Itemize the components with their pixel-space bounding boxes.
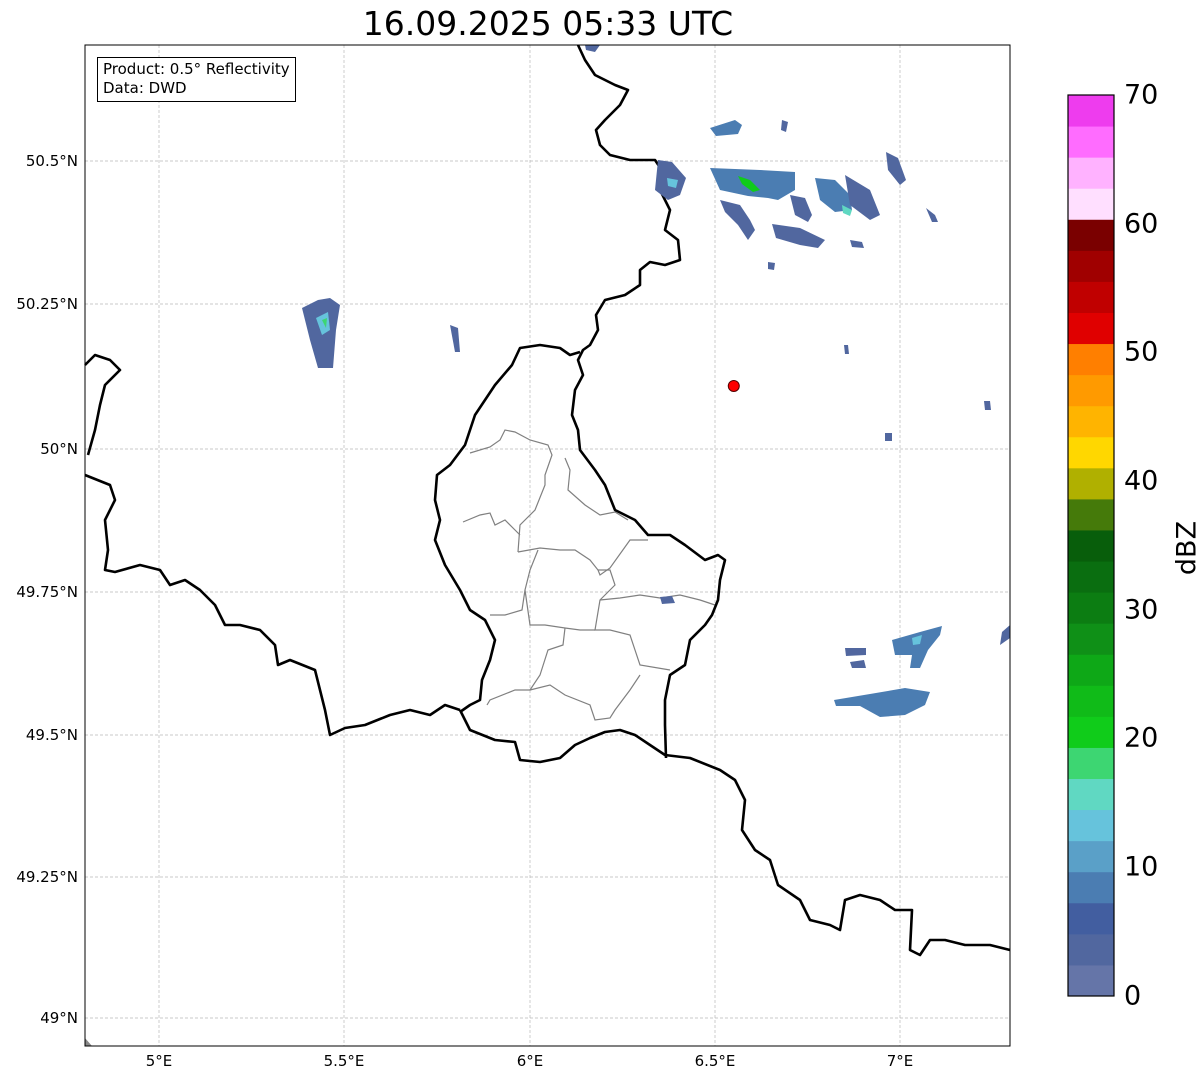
lat-tick-label: 49.5°N [25,726,78,744]
radar-map [84,44,1115,1047]
colorbar-label: dBZ [1171,520,1202,576]
colorbar-segment [1068,343,1114,376]
colorbar-segment [1068,157,1114,189]
colorbar-segment [1068,188,1114,220]
colorbar-segment [1068,250,1114,282]
colorbar-segment [1068,405,1114,438]
colorbar-segment [1068,219,1114,251]
info-box: Product: 0.5° Reflectivity Data: DWD [97,57,296,102]
colorbar-segment [1068,436,1114,469]
radar-site-marker [727,379,740,392]
colorbar-segment [1068,467,1114,500]
colorbar-tick-label: 40 [1124,465,1159,497]
colorbar-tick-label: 50 [1124,336,1159,368]
radar-echo [984,401,991,410]
lon-tick-label: 5°E [145,1052,173,1070]
colorbar-segment [1068,964,1114,997]
colorbar-segment [1068,778,1114,811]
lat-tick-label: 49.75°N [16,583,78,601]
colorbar-segment [1068,654,1114,686]
colorbar-tick-label: 70 [1124,79,1159,111]
colorbar-segment [1068,902,1114,935]
colorbar-segment [1068,95,1114,127]
lat-tick-label: 50.25°N [16,295,78,313]
colorbar-segment [1068,747,1114,780]
lon-tick-label: 7°E [886,1052,914,1070]
radar-echo [768,262,775,270]
colorbar-tick-label: 60 [1124,208,1159,240]
radar-echo [845,648,866,656]
colorbar-segment [1068,716,1114,748]
colorbar-segment [1068,623,1114,655]
colorbar-segment [1068,126,1114,158]
colorbar-segment [1068,529,1114,562]
colorbar-segment [1068,840,1114,873]
lat-tick-label: 50.5°N [25,152,78,170]
colorbar-tick-label: 10 [1124,851,1159,883]
product-label: Product: 0.5° Reflectivity [103,60,290,78]
colorbar-segment [1068,561,1114,593]
colorbar-segment [1068,685,1114,717]
lon-tick-label: 5.5°E [323,1052,365,1070]
colorbar-segment [1068,809,1114,842]
colorbar-tick-label: 30 [1124,594,1159,626]
colorbar-segment [1068,933,1114,966]
colorbar-segment [1068,871,1114,904]
lon-tick-label: 6.5°E [694,1052,736,1070]
data-source-label: Data: DWD [103,79,187,97]
colorbar-tick-label: 20 [1124,722,1159,754]
colorbar-segment [1068,592,1114,624]
colorbar-segment [1068,374,1114,407]
colorbar-tick-label: 0 [1124,980,1142,1012]
colorbar-segment [1068,498,1114,531]
colorbar-segment [1068,281,1114,313]
colorbar [1068,95,1114,997]
lat-tick-label: 49°N [40,1009,78,1027]
lat-tick-label: 49.25°N [16,868,78,886]
lon-tick-label: 6°E [516,1052,544,1070]
lat-tick-label: 50°N [40,440,78,458]
colorbar-segment [1068,312,1114,345]
radar-echo [885,433,892,441]
